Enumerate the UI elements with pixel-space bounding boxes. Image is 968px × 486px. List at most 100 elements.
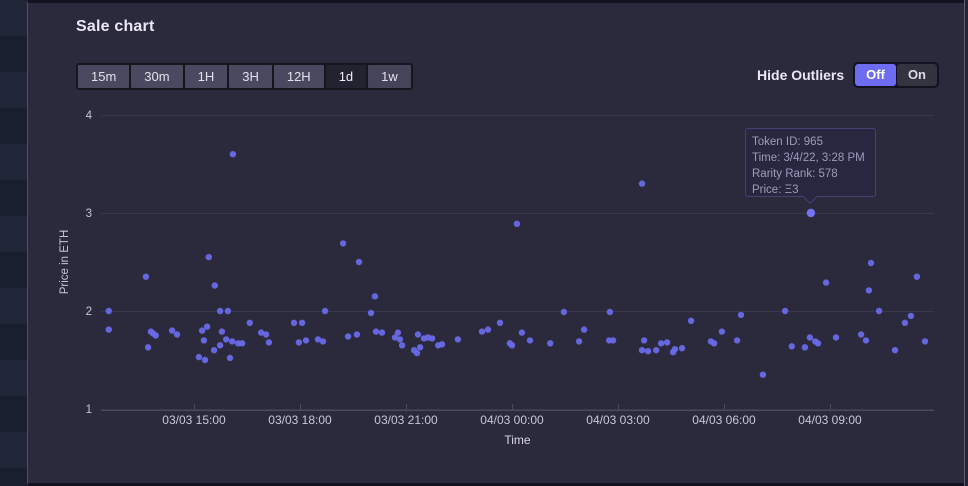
scatter-point[interactable] [653, 347, 660, 354]
range-button-1h[interactable]: 1H [184, 65, 228, 88]
scatter-point[interactable] [152, 332, 159, 339]
scatter-point[interactable] [678, 345, 686, 352]
scatter-point[interactable] [355, 258, 363, 266]
range-button-12h[interactable]: 12H [273, 65, 324, 88]
scatter-point[interactable] [413, 349, 421, 357]
scatter-point[interactable] [484, 326, 492, 333]
scatter-point[interactable] [246, 319, 253, 326]
scatter-point[interactable] [105, 307, 113, 315]
scatter-point-highlighted[interactable] [806, 208, 816, 218]
scatter-point[interactable] [907, 312, 915, 320]
scatter-point[interactable] [398, 342, 406, 349]
scatter-point[interactable] [580, 326, 588, 333]
scatter-point[interactable] [211, 282, 218, 289]
scatter-point[interactable] [575, 338, 583, 345]
scatter-point[interactable] [396, 336, 404, 343]
scatter-point[interactable] [290, 319, 298, 326]
range-button-3h[interactable]: 3H [229, 65, 272, 88]
scatter-point[interactable] [671, 346, 679, 353]
scatter-point[interactable] [438, 341, 446, 348]
scatter-point[interactable] [142, 273, 150, 280]
scatter-point[interactable] [226, 354, 234, 362]
scatter-point[interactable] [901, 319, 909, 326]
scatter-point[interactable] [478, 328, 486, 335]
scatter-point[interactable] [394, 329, 402, 336]
scatter-point[interactable] [210, 347, 218, 354]
range-button-1d[interactable]: 1d [325, 65, 367, 88]
scatter-point[interactable] [638, 347, 646, 354]
scatter-point[interactable] [378, 329, 386, 336]
scatter-point[interactable] [218, 328, 226, 335]
scatter-point[interactable] [718, 328, 726, 335]
outliers-off-button[interactable]: Off [855, 64, 896, 86]
scatter-point[interactable] [638, 180, 646, 187]
scatter-point[interactable] [513, 220, 521, 227]
scatter-point[interactable] [229, 338, 236, 345]
scatter-point[interactable] [353, 331, 361, 338]
scatter-point[interactable] [372, 328, 380, 335]
scatter-point[interactable] [814, 340, 822, 347]
range-button-30m[interactable]: 30m [131, 65, 183, 88]
scatter-point[interactable] [806, 334, 814, 341]
scatter-point[interactable] [913, 273, 921, 280]
scatter-point[interactable] [518, 329, 526, 336]
scatter-point[interactable] [428, 335, 436, 342]
scatter-point[interactable] [865, 287, 873, 294]
scatter-point[interactable] [144, 344, 152, 351]
scatter-point[interactable] [867, 259, 875, 267]
scatter-point[interactable] [737, 311, 745, 319]
scatter-point[interactable] [733, 337, 741, 344]
scatter-point[interactable] [416, 344, 424, 351]
scatter-point[interactable] [857, 331, 865, 338]
scatter-point[interactable] [832, 334, 840, 341]
scatter-point[interactable] [508, 342, 516, 349]
scatter-point[interactable] [526, 337, 534, 344]
scatter-point[interactable] [644, 348, 652, 355]
scatter-point[interactable] [200, 337, 208, 344]
outliers-on-button[interactable]: On [896, 64, 937, 86]
scatter-point[interactable] [201, 356, 209, 364]
scatter-point[interactable] [302, 337, 310, 344]
scatter-point[interactable] [298, 319, 306, 326]
scatter-point[interactable] [454, 336, 462, 343]
scatter-point[interactable] [319, 338, 327, 345]
scatter-point[interactable] [265, 339, 273, 346]
scatter-point[interactable] [710, 340, 718, 347]
scatter-point[interactable] [173, 331, 181, 338]
scatter-point[interactable] [216, 342, 224, 349]
scatter-point[interactable] [203, 323, 211, 330]
scatter-point[interactable] [224, 307, 232, 315]
scatter-point[interactable] [321, 307, 329, 315]
scatter-point[interactable] [663, 339, 671, 346]
range-button-1w[interactable]: 1w [368, 65, 411, 88]
scatter-point[interactable] [238, 340, 246, 347]
scatter-point[interactable] [295, 339, 303, 346]
scatter-point[interactable] [788, 343, 795, 350]
scatter-point[interactable] [195, 353, 203, 361]
scatter-point[interactable] [609, 337, 617, 344]
range-button-15m[interactable]: 15m [78, 65, 130, 88]
scatter-point[interactable] [216, 307, 224, 315]
scatter-point[interactable] [875, 307, 883, 315]
scatter-point[interactable] [229, 151, 237, 158]
scatter-point[interactable] [606, 308, 614, 316]
scatter-point[interactable] [822, 279, 830, 286]
scatter-point[interactable] [414, 331, 422, 338]
scatter-point[interactable] [198, 327, 206, 334]
scatter-point[interactable] [496, 319, 504, 326]
scatter-point[interactable] [547, 340, 554, 347]
scatter-point[interactable] [759, 371, 767, 378]
scatter-point[interactable] [367, 309, 375, 317]
scatter-point[interactable] [781, 307, 789, 315]
scatter-point[interactable] [339, 240, 347, 247]
scatter-point[interactable] [891, 347, 899, 354]
scatter-point[interactable] [921, 338, 929, 345]
scatter-point[interactable] [560, 308, 568, 316]
scatter-point[interactable] [371, 293, 379, 300]
scatter-point[interactable] [801, 344, 809, 351]
scatter-point[interactable] [344, 333, 352, 340]
scatter-point[interactable] [205, 253, 212, 261]
scatter-point[interactable] [862, 337, 870, 344]
scatter-point[interactable] [657, 340, 665, 347]
scatter-point[interactable] [640, 337, 648, 344]
